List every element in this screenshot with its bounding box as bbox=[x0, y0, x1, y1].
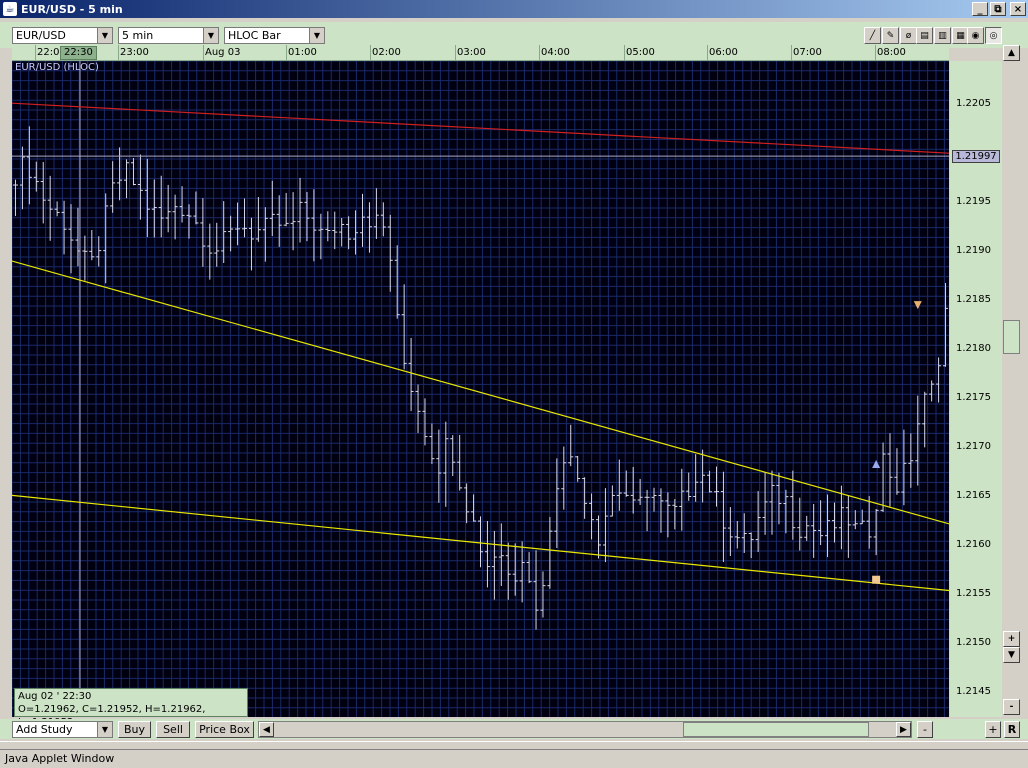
line-tool-icon[interactable]: ╱ bbox=[864, 27, 881, 44]
stop-marker-icon bbox=[872, 575, 881, 584]
horizontal-scrollbar[interactable]: ◀ ▶ bbox=[258, 721, 912, 738]
trendline-yellow bbox=[12, 494, 949, 592]
app-icon: ☕ bbox=[3, 2, 17, 16]
time-tick-mark bbox=[286, 45, 287, 61]
cursor-time-label: 22:30 bbox=[60, 46, 97, 60]
time-tick-mark bbox=[370, 45, 371, 61]
settings-icon[interactable]: ◎ bbox=[985, 27, 1002, 44]
price-tick-label: 1.2175 bbox=[956, 392, 991, 404]
time-tick-label: 04:00 bbox=[541, 47, 570, 58]
zoom-in-button[interactable]: + bbox=[1003, 631, 1020, 647]
reset-button[interactable]: R bbox=[1004, 721, 1020, 738]
price-tick-label: 1.2150 bbox=[956, 637, 991, 649]
time-tick-mark bbox=[203, 45, 204, 61]
target-icon[interactable]: ◉ bbox=[967, 27, 984, 44]
sell-marker-icon bbox=[913, 301, 922, 310]
chevron-down-icon[interactable]: ▼ bbox=[97, 722, 112, 737]
chart-plot-area[interactable]: EUR/USD (HLOC) bbox=[12, 61, 949, 717]
time-tick-label: 01:00 bbox=[288, 47, 317, 58]
price-tick-label: 1.2190 bbox=[956, 245, 991, 257]
add-study-select[interactable]: Add Study ▼ bbox=[12, 721, 113, 738]
bar-info-box: Aug 02 ' 22:30 O=1.21962, C=1.21952, H=1… bbox=[14, 688, 248, 728]
scroll-right-icon[interactable]: ▶ bbox=[896, 722, 911, 737]
time-tick-mark bbox=[875, 45, 876, 61]
time-tick-label: Aug 03 bbox=[205, 47, 241, 58]
time-tick-label: 06:00 bbox=[709, 47, 738, 58]
close-button[interactable]: × bbox=[1010, 2, 1026, 16]
buy-button[interactable]: Buy bbox=[118, 721, 151, 738]
grid-h-tool-icon[interactable]: ▥ bbox=[934, 27, 951, 44]
status-bar: Java Applet Window bbox=[0, 749, 1028, 768]
title-bar[interactable]: ☕ EUR/USD - 5 min _ ⧉ × bbox=[0, 0, 1028, 18]
restore-button[interactable]: ⧉ bbox=[990, 2, 1006, 16]
price-tick-label: 1.2185 bbox=[956, 294, 991, 306]
time-tick-label: 02:00 bbox=[372, 47, 401, 58]
info-date: Aug 02 ' 22:30 bbox=[18, 691, 92, 702]
trendline-yellow bbox=[12, 260, 949, 525]
interval-select[interactable]: 5 min ▼ bbox=[118, 27, 219, 44]
scroll-up-icon[interactable]: ▲ bbox=[1003, 45, 1020, 61]
buy-marker-icon bbox=[872, 460, 881, 469]
window-title: EUR/USD - 5 min bbox=[21, 2, 123, 16]
time-tick-label: 08:00 bbox=[877, 47, 906, 58]
chart-style-select[interactable]: HLOC Bar ▼ bbox=[224, 27, 325, 44]
chart-title: EUR/USD (HLOC) bbox=[15, 62, 99, 73]
time-tick-label: 07:00 bbox=[793, 47, 822, 58]
price-box-button[interactable]: Price Box bbox=[195, 721, 254, 738]
time-tick-mark bbox=[35, 45, 36, 61]
time-tick-mark bbox=[791, 45, 792, 61]
price-tick-label: 1.2180 bbox=[956, 343, 991, 355]
time-tick-mark bbox=[539, 45, 540, 61]
scroll-down-icon[interactable]: ▼ bbox=[1003, 647, 1020, 663]
pencil-tool-icon[interactable]: ✎ bbox=[882, 27, 899, 44]
vertical-scroll-thumb[interactable] bbox=[1003, 320, 1020, 354]
grid-tool-icon[interactable]: ▤ bbox=[916, 27, 933, 44]
time-tick-label: 03:00 bbox=[457, 47, 486, 58]
minimize-button[interactable]: _ bbox=[972, 2, 988, 16]
scroll-left-icon[interactable]: ◀ bbox=[259, 722, 274, 737]
time-tick-mark bbox=[707, 45, 708, 61]
zoom-out-button[interactable]: - bbox=[1003, 699, 1020, 715]
time-tick-mark bbox=[624, 45, 625, 61]
time-tick-mark bbox=[455, 45, 456, 61]
zoom-in-horizontal-button[interactable]: + bbox=[985, 721, 1001, 738]
ohlc-chart[interactable] bbox=[12, 61, 949, 717]
applet-window: ☕ EUR/USD - 5 min _ ⧉ × EUR/USD ▼ 5 min … bbox=[0, 0, 1028, 768]
vertical-scrollbar[interactable]: ▲ + ▼ - bbox=[1003, 45, 1020, 717]
status-text: Java Applet Window bbox=[5, 752, 115, 765]
horizontal-scroll-thumb[interactable] bbox=[683, 722, 869, 737]
time-tick-label: 05:00 bbox=[626, 47, 655, 58]
price-tick-label: 1.2160 bbox=[956, 539, 991, 551]
separator bbox=[0, 741, 1028, 749]
fibonacci-tool-icon[interactable]: ø bbox=[900, 27, 917, 44]
symbol-select[interactable]: EUR/USD ▼ bbox=[12, 27, 113, 44]
chart-style-value: HLOC Bar bbox=[228, 29, 281, 42]
interval-value: 5 min bbox=[122, 29, 154, 42]
symbol-value: EUR/USD bbox=[16, 29, 66, 42]
time-axis: 22:0 23:00 Aug 03 01:00 02:00 03:00 04:00 05:00… bbox=[12, 45, 949, 61]
add-study-label: Add Study bbox=[16, 723, 73, 736]
price-axis: 1.2205 1.2195 1.2190 1.2185 1.2180 1.2175 1.21… bbox=[950, 61, 1002, 717]
current-price-tag: 1.21997 bbox=[952, 150, 1000, 164]
chevron-down-icon[interactable]: ▼ bbox=[309, 28, 324, 43]
time-tick-mark bbox=[118, 45, 119, 61]
chevron-down-icon[interactable]: ▼ bbox=[97, 28, 112, 43]
price-tick-label: 1.2170 bbox=[956, 441, 991, 453]
trendline-red bbox=[12, 102, 949, 154]
price-tick-label: 1.2205 bbox=[956, 98, 991, 110]
bottom-toolbar: Add Study ▼ Buy Sell Price Box ◀ ▶ - + R bbox=[0, 719, 1028, 739]
zoom-out-horizontal-button[interactable]: - bbox=[917, 721, 933, 738]
price-tick-label: 1.2145 bbox=[956, 686, 991, 698]
time-tick-label: 23:00 bbox=[120, 47, 149, 58]
chevron-down-icon[interactable]: ▼ bbox=[203, 28, 218, 43]
sell-button[interactable]: Sell bbox=[156, 721, 190, 738]
price-tick-label: 1.2155 bbox=[956, 588, 991, 600]
price-tick-label: 1.2195 bbox=[956, 196, 991, 208]
time-tick-label: 22:0 bbox=[37, 47, 60, 58]
price-tick-label: 1.2165 bbox=[956, 490, 991, 502]
